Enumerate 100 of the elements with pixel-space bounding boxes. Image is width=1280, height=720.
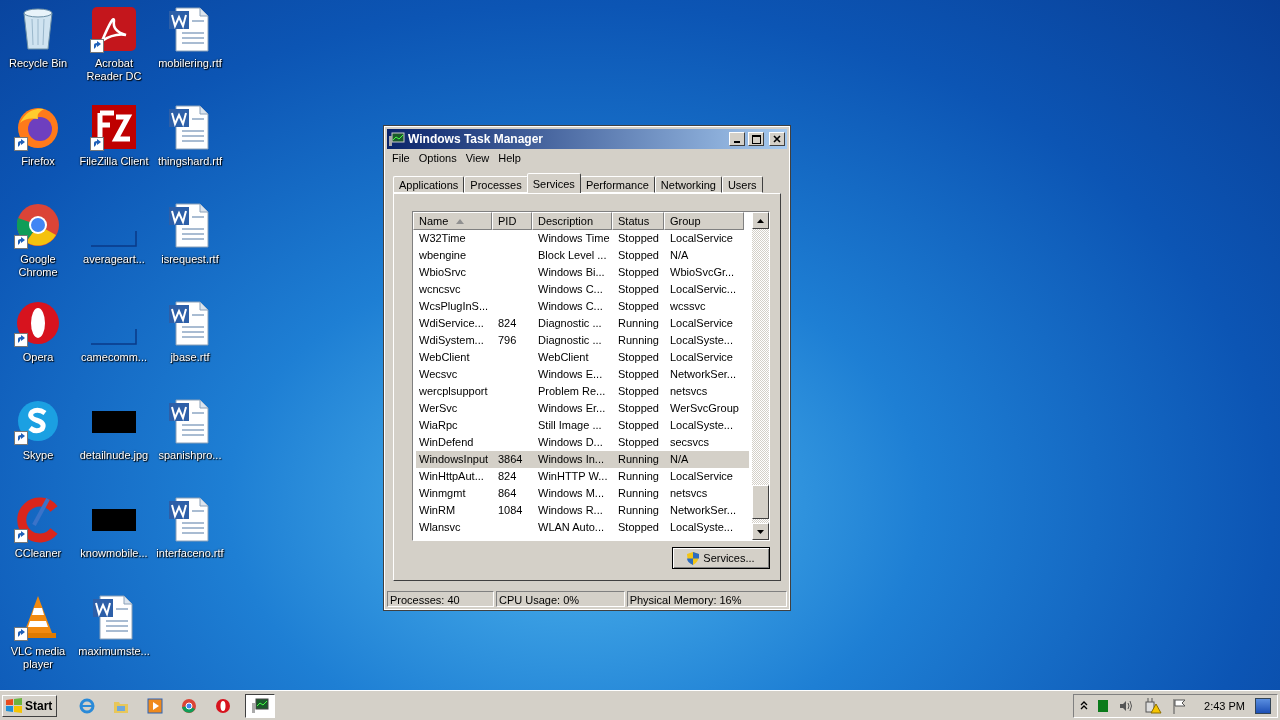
desktop-icon-label[interactable]: jbase.rtf [153, 351, 227, 364]
desktop-icon-label[interactable]: Google Chrome [1, 253, 75, 279]
tab[interactable]: Performance [579, 176, 655, 193]
table-cell-text: LocalSyste... [669, 333, 734, 348]
desktop-icon-label[interactable]: Skype [1, 449, 75, 462]
speaker-icon[interactable] [1118, 698, 1135, 713]
table-row[interactable]: Winmgmt 864 Windows M... Running netsvcs [416, 485, 749, 502]
table-cell-text: Windows Bi... [537, 265, 606, 280]
table-cell-text: Stopped [617, 418, 660, 433]
table-row[interactable]: wbengine Block Level ... Stopped N/A [416, 247, 749, 264]
table-cell-text: WcsPlugInS... [418, 299, 490, 314]
desktop-icon-label[interactable]: isrequest.rtf [153, 253, 227, 266]
desktop-icon-label[interactable]: detailnude.jpg [77, 449, 151, 462]
menu-item[interactable]: Help [495, 152, 527, 164]
table-cell-text: Running [617, 316, 660, 331]
table-cell-text: LocalService [669, 350, 734, 365]
scroll-thumb[interactable] [752, 485, 769, 519]
table-row[interactable]: WinRM 1084 Windows R... Running NetworkSer... [416, 502, 749, 519]
flag-icon[interactable] [1172, 697, 1187, 714]
table-cell-text: Running [617, 333, 660, 348]
table-cell-text: WebClient [418, 350, 471, 365]
tab[interactable]: Services [526, 173, 581, 193]
column-header[interactable]: Status [612, 212, 664, 230]
desktop-icon-label[interactable]: Firefox [1, 155, 75, 168]
table-cell-text: LocalSyste... [669, 520, 734, 535]
table-row[interactable]: WdiService... 824 Diagnostic ... Running LocalService [416, 315, 749, 332]
table-row[interactable]: WiaRpc Still Image ... Stopped LocalSyste... [416, 417, 749, 434]
table-row[interactable]: wercplsupport Problem Re... Stopped netsvcs [416, 383, 749, 400]
desktop-icon-label[interactable]: spanishpro... [153, 449, 227, 462]
table-row[interactable]: Wlansvc WLAN Auto... Stopped LocalSyste... [416, 519, 749, 536]
table-cell-text: LocalSyste... [669, 418, 734, 433]
scrollbar[interactable] [752, 212, 769, 540]
start-button[interactable]: Start [2, 694, 58, 717]
window-title: Windows Task Manager [408, 132, 545, 146]
taskbar-button[interactable] [245, 693, 276, 718]
table-cell-text: Windows Er... [537, 401, 607, 416]
table-cell-text: WinDefend [418, 435, 475, 450]
table-cell-text: Stopped [617, 520, 660, 535]
table-row[interactable]: WinDefend Windows D... Stopped secsvcs [416, 434, 749, 451]
desktop-icon-label[interactable]: Acrobat Reader DC [77, 57, 151, 83]
desktop-icon-label[interactable]: CCleaner [1, 547, 75, 560]
maximize-button[interactable] [748, 132, 764, 146]
close-icon [773, 135, 781, 143]
table-cell-text: Running [617, 452, 660, 467]
column-header[interactable]: Description [532, 212, 612, 230]
desktop-icon-label[interactable]: thingshard.rtf [153, 155, 227, 168]
tab[interactable]: Applications [393, 176, 465, 193]
tab[interactable]: Networking [654, 176, 722, 193]
shield-icon [687, 551, 700, 565]
table-cell-text: 864 [497, 486, 518, 501]
menu-item[interactable]: View [462, 152, 496, 164]
chrome-icon [14, 201, 62, 249]
table-row[interactable]: wcncsvc Windows C... Stopped LocalServic... [416, 281, 749, 298]
network-warning-icon[interactable] [1144, 697, 1163, 714]
desktop-icon-label[interactable]: knowmobile... [77, 547, 151, 560]
close-button[interactable] [769, 132, 785, 146]
table-cell-text: Still Image ... [537, 418, 603, 433]
show-desktop-button[interactable] [1255, 697, 1271, 714]
clock[interactable]: 2:43 PM [1204, 699, 1245, 712]
table-cell-text: WerSvc [418, 401, 459, 416]
chevron-up-icon[interactable] [1080, 701, 1089, 710]
desktop-icon-label[interactable]: averageart... [77, 253, 151, 266]
menu-item[interactable]: File [389, 152, 416, 164]
table-row[interactable]: WindowsInput 3864 Windows In... Running N/A [416, 451, 749, 468]
table-cell-text: WLAN Auto... [537, 520, 606, 535]
tab[interactable]: Processes [464, 176, 528, 193]
table-cell-text: Stopped [617, 265, 660, 280]
table-cell-text: LocalService [669, 316, 734, 331]
desktop-icon-label[interactable]: maximumste... [77, 645, 151, 658]
status-field: Physical Memory: 16% [626, 591, 787, 607]
column-header[interactable]: Group [664, 212, 744, 230]
sort-arrow-icon [456, 218, 465, 224]
column-header[interactable]: PID [492, 212, 532, 230]
table-row[interactable]: WbioSrvc Windows Bi... Stopped WbioSvcGr... [416, 264, 749, 281]
menu-item[interactable]: Options [415, 152, 463, 164]
table-cell-text: Running [617, 486, 660, 501]
table-row[interactable]: Wecsvc Windows E... Stopped NetworkSer... [416, 366, 749, 383]
table-cell-text: wcncsvc [418, 282, 462, 297]
column-header[interactable]: Name [413, 212, 492, 230]
services-button[interactable]: Services... [672, 547, 770, 569]
desktop-icon-label[interactable]: Recycle Bin [1, 57, 75, 70]
desktop-icon-label[interactable]: interfaceno.rtf [153, 547, 227, 560]
table-cell-text: wbengine [418, 248, 468, 263]
table-row[interactable]: WdiSystem... 796 Diagnostic ... Running LocalSyste... [416, 332, 749, 349]
table-cell-text: 796 [497, 333, 518, 348]
table-row[interactable]: WcsPlugInS... Windows C... Stopped wcssvc [416, 298, 749, 315]
table-row[interactable]: WebClient WebClient Stopped LocalService [416, 349, 749, 366]
desktop-icon-label[interactable]: Opera [1, 351, 75, 364]
status-square-icon[interactable] [1098, 699, 1109, 712]
table-row[interactable]: WerSvc Windows Er... Stopped WerSvcGroup [416, 400, 749, 417]
table-row[interactable]: W32Time Windows Time Stopped LocalService [416, 230, 749, 247]
desktop-icon-label[interactable]: mobilering.rtf [153, 57, 227, 70]
desktop-icon-label[interactable]: camecomm... [77, 351, 151, 364]
table-cell-text: Wecsvc [418, 367, 459, 382]
tab[interactable]: Users [721, 176, 763, 193]
desktop-icon-label[interactable]: VLC media player [1, 645, 75, 671]
minimize-button[interactable] [729, 132, 745, 146]
table-cell-text: Windows E... [537, 367, 604, 382]
table-row[interactable]: WinHttpAut... 824 WinHTTP W... Running LocalService [416, 468, 749, 485]
desktop-icon-label[interactable]: FileZilla Client [77, 155, 151, 168]
